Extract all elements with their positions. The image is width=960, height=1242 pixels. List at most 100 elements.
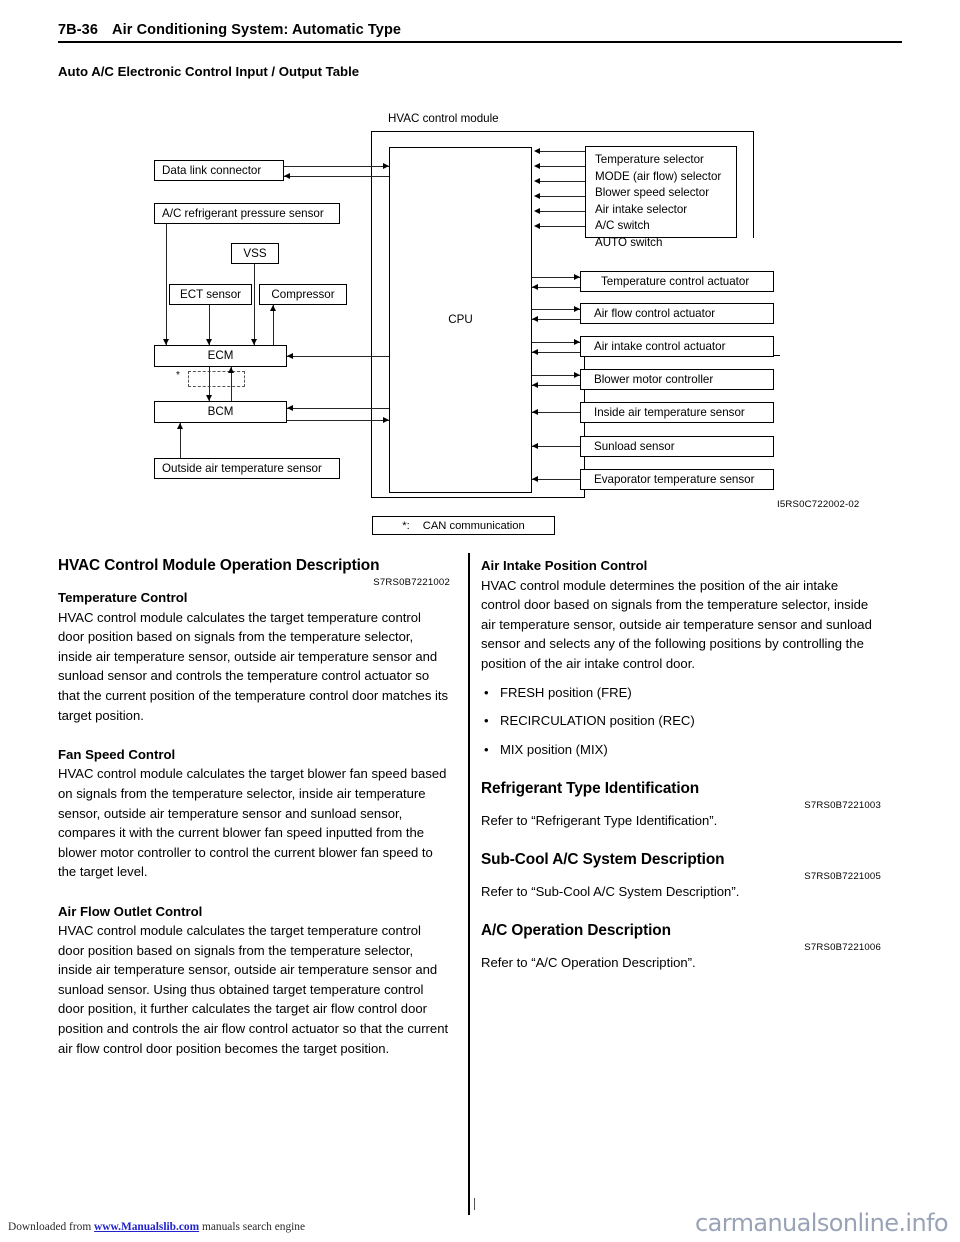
page-title: Air Conditioning System: Automatic Type bbox=[112, 22, 402, 38]
input-item-mode-selector: MODE (air flow) selector bbox=[595, 169, 722, 183]
arrow-bcm-to-ecm bbox=[228, 367, 234, 373]
legend-marker: *: bbox=[402, 519, 410, 532]
line-out-7-box-to-cpu bbox=[532, 479, 580, 481]
legend-text: CAN communication bbox=[422, 519, 525, 532]
line-out-2-cpu-to-box bbox=[532, 309, 580, 311]
air-intake-position-list: FRESH position (FRE) RECIRCULATION posit… bbox=[481, 683, 881, 760]
arrow-dlc-to-cpu bbox=[383, 163, 389, 169]
heading-refrigerant-type-identification: Refrigerant Type Identification bbox=[481, 779, 700, 797]
box-label: Blower motor controller bbox=[594, 372, 714, 386]
line-ecm-to-compressor bbox=[273, 305, 275, 345]
figure-id: I5RS0C722002-02 bbox=[777, 499, 860, 510]
diagram-box-air-flow-control-actuator: Air flow control actuator bbox=[580, 303, 774, 324]
body-air-flow-outlet-control: HVAC control module calculates the targe… bbox=[58, 923, 449, 1056]
box-label: Inside air temperature sensor bbox=[594, 405, 745, 419]
arrow-input-6 bbox=[534, 223, 540, 229]
watermark: carmanualsonline.info bbox=[695, 1209, 949, 1237]
line-input-1 bbox=[538, 151, 585, 153]
diagram-box-outside-air-temperature-sensor: Outside air temperature sensor bbox=[154, 458, 340, 479]
io-block-diagram: HVAC control module CPU Data link connec… bbox=[0, 100, 960, 545]
page-header: 7B-36 Air Conditioning System: Automatic … bbox=[58, 22, 902, 43]
box-label: Air flow control actuator bbox=[594, 306, 716, 320]
input-item-auto-switch: AUTO switch bbox=[595, 235, 663, 249]
box-label: Data link connector bbox=[162, 163, 262, 177]
refcode-refrigerant-type-identification: S7RS0B7221003 bbox=[804, 799, 881, 811]
arrow-out-2-to-cpu bbox=[532, 316, 538, 322]
hvac-outer-top-line bbox=[371, 131, 754, 133]
footer-suffix: manuals search engine bbox=[199, 1221, 306, 1233]
input-item-ac-switch: A/C switch bbox=[595, 219, 650, 233]
diagram-box-blower-motor-controller: Blower motor controller bbox=[580, 369, 774, 390]
arrow-ecm-to-bcm bbox=[206, 395, 212, 401]
input-item-air-intake-selector: Air intake selector bbox=[595, 202, 688, 216]
box-label: Compressor bbox=[271, 287, 335, 301]
diagram-box-temperature-control-actuator: Temperature control actuator bbox=[580, 271, 774, 292]
list-item: RECIRCULATION position (REC) bbox=[481, 711, 881, 731]
heading-ac-operation-description: A/C Operation Description bbox=[481, 922, 671, 940]
left-column-heading: HVAC Control Module Operation Descriptio… bbox=[58, 557, 380, 574]
arrow-input-2 bbox=[534, 163, 540, 169]
arrow-out-5-to-cpu bbox=[532, 409, 538, 415]
line-vss-to-ecm bbox=[254, 264, 256, 345]
hvac-outer-bottom-line bbox=[371, 497, 585, 499]
line-bcm-to-cpu bbox=[287, 420, 389, 422]
arrow-out-6-to-cpu bbox=[532, 443, 538, 449]
line-acp-to-ecm bbox=[166, 224, 168, 345]
input-item-temperature-selector: Temperature selector bbox=[595, 153, 704, 166]
diagram-box-evaporator-temperature-sensor: Evaporator temperature sensor bbox=[580, 469, 774, 490]
refcode-ac-operation-description: S7RS0B7221006 bbox=[804, 942, 881, 954]
arrow-out-4-to-box bbox=[574, 372, 580, 378]
line-out-2-box-to-cpu bbox=[532, 319, 580, 321]
box-label: ECM bbox=[207, 349, 234, 363]
can-asterisk-marker: * bbox=[176, 370, 180, 381]
arrow-ecm-to-compressor bbox=[270, 305, 276, 311]
arrow-oat-to-bcm bbox=[177, 423, 183, 429]
arrow-out-3-to-box bbox=[574, 339, 580, 345]
line-input-3 bbox=[538, 181, 585, 183]
right-column: Air Intake Position Control HVAC control… bbox=[481, 556, 881, 973]
line-out-4-box-to-cpu bbox=[532, 385, 580, 387]
diagram-legend: *: CAN communication bbox=[372, 516, 555, 535]
manualslib-link[interactable]: www.Manualslib.com bbox=[94, 1221, 199, 1233]
body-refrigerant-type-identification: Refer to “Refrigerant Type Identificatio… bbox=[481, 812, 718, 828]
line-out-4-cpu-to-box bbox=[532, 375, 580, 377]
hvac-outer-left-line bbox=[371, 131, 373, 498]
diagram-caption: HVAC control module bbox=[388, 112, 499, 125]
arrow-ect-to-ecm bbox=[206, 339, 212, 345]
diagram-box-sunload-sensor: Sunload sensor bbox=[580, 436, 774, 457]
box-label: Temperature control actuator bbox=[601, 274, 750, 288]
line-input-6 bbox=[538, 226, 585, 228]
arrow-cpu-to-dlc bbox=[284, 173, 290, 179]
diagram-box-air-intake-control-actuator: Air intake control actuator bbox=[580, 336, 774, 357]
arrow-input-1 bbox=[534, 148, 540, 154]
box-label: VSS bbox=[243, 246, 267, 260]
box-label: BCM bbox=[207, 405, 234, 419]
arrow-cpu-to-ecm bbox=[287, 353, 293, 359]
diagram-box-ac-refrigerant-pressure-sensor: A/C refrigerant pressure sensor bbox=[154, 203, 340, 224]
diagram-box-ecm: ECM bbox=[154, 345, 287, 367]
diagram-box-ect-sensor: ECT sensor bbox=[169, 284, 252, 305]
line-cpu-to-bcm bbox=[287, 408, 389, 410]
line-cpu-to-dlc bbox=[284, 176, 389, 178]
arrow-input-5 bbox=[534, 208, 540, 214]
footer-prefix: Downloaded from bbox=[8, 1221, 95, 1233]
footer-download-note: Downloaded from www.Manualslib.com manua… bbox=[8, 1221, 305, 1233]
refcode-sub-cool-ac-system-description: S7RS0B7221005 bbox=[804, 871, 881, 883]
arrow-out-7-to-cpu bbox=[532, 476, 538, 482]
line-out-3-box-to-cpu bbox=[532, 352, 580, 354]
subheading-temperature-control: Temperature Control bbox=[58, 590, 188, 605]
line-out-1-box-to-cpu bbox=[532, 287, 580, 289]
box-label: Sunload sensor bbox=[594, 439, 675, 453]
box-label: A/C refrigerant pressure sensor bbox=[162, 206, 324, 220]
line-input-2 bbox=[538, 166, 585, 168]
body-fan-speed-control: HVAC control module calculates the targe… bbox=[58, 766, 447, 880]
subheading-fan-speed-control: Fan Speed Control bbox=[58, 746, 176, 762]
header-rule bbox=[58, 41, 902, 43]
line-cpu-to-ecm bbox=[287, 356, 389, 358]
hvac-outer-right-line bbox=[753, 131, 755, 238]
arrow-cpu-to-bcm bbox=[287, 405, 293, 411]
list-item: MIX position (MIX) bbox=[481, 740, 881, 760]
list-item: FRESH position (FRE) bbox=[481, 683, 881, 703]
left-column: HVAC Control Module Operation Descriptio… bbox=[58, 556, 450, 1058]
body-air-intake-position-control: HVAC control module determines the posit… bbox=[481, 577, 872, 671]
